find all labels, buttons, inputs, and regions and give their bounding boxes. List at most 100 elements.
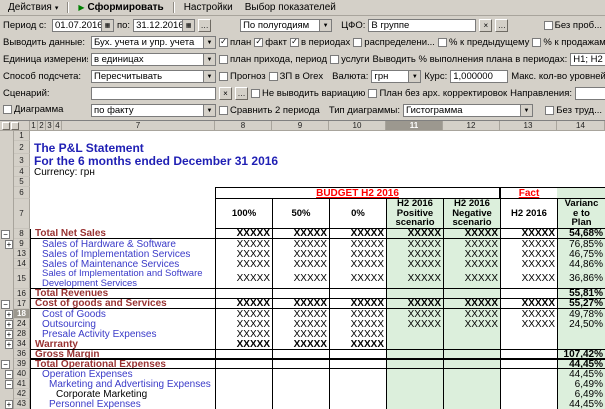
value-cell[interactable]: XXXXX (443, 299, 500, 308)
diagram-type-select[interactable]: Гистограмма ▼ (403, 104, 533, 117)
value-cell[interactable]: XXXXX (443, 249, 500, 259)
row-number[interactable]: 16 (14, 289, 30, 299)
value-cell[interactable]: XXXXX (272, 339, 329, 349)
value-cell[interactable] (500, 289, 557, 298)
row-label[interactable]: Cost of Goods (30, 309, 215, 319)
value-cell[interactable] (443, 369, 500, 379)
column-header[interactable]: 4 (54, 121, 62, 131)
row-number[interactable]: 39 (14, 359, 30, 369)
group-level-button[interactable] (2, 122, 10, 130)
percent-plan-input[interactable]: H1; H2 (570, 53, 605, 66)
percent-sales-checkbox[interactable]: % к продажам (532, 37, 605, 48)
actions-button[interactable]: Действия ▾ (3, 1, 63, 14)
variance-cell[interactable]: 6,49% (557, 389, 605, 399)
variance-cell[interactable] (557, 329, 605, 339)
value-cell[interactable] (329, 350, 386, 358)
value-cell[interactable]: XXXXX (386, 229, 443, 238)
value-cell[interactable] (272, 389, 329, 399)
value-cell[interactable]: XXXXX (443, 309, 500, 319)
value-cell[interactable]: XXXXX (272, 229, 329, 238)
row-number[interactable]: 40 (14, 369, 30, 379)
variance-cell[interactable]: 46,75% (557, 249, 605, 259)
variance-cell[interactable] (557, 339, 605, 349)
row-number[interactable]: 3 (14, 154, 30, 167)
row-number[interactable]: 18 (14, 309, 30, 319)
collapse-icon[interactable]: − (1, 230, 10, 239)
row-label[interactable]: Sales of Implementation and Software Dev… (30, 269, 215, 288)
value-cell[interactable]: XXXXX (215, 319, 272, 329)
value-cell[interactable]: XXXXX (443, 259, 500, 269)
value-cell[interactable]: XXXXX (329, 239, 386, 249)
row-number[interactable]: 2 (14, 141, 30, 154)
rate-input[interactable]: 1,000000 (450, 70, 508, 83)
row-number[interactable]: 34 (14, 339, 30, 349)
value-cell[interactable] (386, 369, 443, 379)
scenario-clear-button[interactable]: × (219, 87, 232, 100)
value-cell[interactable]: XXXXX (215, 259, 272, 269)
value-cell[interactable] (215, 389, 272, 399)
period-kind-select[interactable]: По полугодиям ▼ (240, 19, 332, 32)
value-cell[interactable]: XXXXX (272, 309, 329, 319)
value-cell[interactable] (272, 399, 329, 409)
value-cell[interactable]: XXXXX (443, 269, 500, 288)
row-number[interactable]: 6 (14, 187, 30, 199)
column-header[interactable]: 10 (329, 121, 386, 131)
variance-cell[interactable]: 55,81% (557, 289, 605, 298)
variance-cell[interactable]: 107,42% (557, 350, 605, 358)
data-source-select[interactable]: Бух. учета и упр. учета ▼ (91, 36, 216, 49)
value-cell[interactable]: XXXXX (329, 269, 386, 288)
value-cell[interactable]: XXXXX (386, 269, 443, 288)
value-cell[interactable] (443, 399, 500, 409)
period-from-input[interactable]: 01.07.2016 ▦ (52, 19, 114, 32)
value-cell[interactable] (272, 360, 329, 368)
value-cell[interactable]: XXXXX (329, 329, 386, 339)
value-cell[interactable]: XXXXX (443, 229, 500, 238)
value-cell[interactable] (500, 329, 557, 339)
value-cell[interactable]: XXXXX (500, 229, 557, 238)
collapse-icon[interactable]: − (1, 360, 10, 369)
value-cell[interactable] (386, 389, 443, 399)
row-number[interactable]: 14 (14, 259, 30, 269)
row-label[interactable]: Corporate Marketing (30, 389, 215, 399)
column-header[interactable]: 12 (443, 121, 500, 131)
variance-cell[interactable]: 76,85% (557, 239, 605, 249)
variance-cell[interactable]: 55,27% (557, 299, 605, 308)
row-number[interactable]: 42 (14, 389, 30, 399)
value-cell[interactable] (329, 369, 386, 379)
column-header-selected[interactable]: 11 (386, 121, 443, 131)
services-checkbox[interactable]: услуги (330, 54, 369, 65)
no-variation-checkbox[interactable]: Не выводить вариацию (251, 88, 365, 99)
value-cell[interactable]: XXXXX (272, 259, 329, 269)
value-cell[interactable] (443, 329, 500, 339)
value-cell[interactable] (215, 289, 272, 298)
value-cell[interactable]: XXXXX (272, 329, 329, 339)
value-cell[interactable] (329, 379, 386, 389)
value-cell[interactable] (443, 289, 500, 298)
row-label[interactable]: Sales of Maintenance Services (30, 259, 215, 269)
column-header[interactable]: 2 (38, 121, 46, 131)
plan-arrival-checkbox[interactable]: план прихода, период (219, 54, 327, 65)
row-label[interactable]: Cost of goods and Services (30, 299, 215, 308)
column-header[interactable]: 7 (62, 121, 215, 131)
plan-checkbox[interactable]: план (219, 37, 251, 48)
row-label[interactable]: Total Revenues (30, 289, 215, 298)
value-cell[interactable]: XXXXX (329, 339, 386, 349)
column-header[interactable]: 1 (30, 121, 38, 131)
value-cell[interactable] (329, 289, 386, 298)
column-header[interactable]: 13 (500, 121, 557, 131)
zp-checkbox[interactable]: ЗП в Orex (269, 71, 323, 82)
value-cell[interactable] (500, 360, 557, 368)
expand-icon[interactable]: + (5, 240, 13, 249)
cfo-choose-button[interactable]: … (495, 19, 508, 32)
value-cell[interactable]: XXXXX (386, 249, 443, 259)
expand-icon[interactable]: + (5, 310, 13, 319)
calendar-icon[interactable]: ▦ (182, 20, 194, 31)
diagram-mode-select[interactable]: по факту ▼ (91, 104, 216, 117)
currency-select[interactable]: грн ▼ (371, 70, 421, 83)
value-cell[interactable] (500, 399, 557, 409)
row-number[interactable]: 15 (14, 269, 30, 289)
value-cell[interactable] (272, 350, 329, 358)
value-cell[interactable]: XXXXX (272, 249, 329, 259)
period-to-input[interactable]: 31.12.2016 ▦ (133, 19, 195, 32)
value-cell[interactable]: XXXXX (329, 229, 386, 238)
